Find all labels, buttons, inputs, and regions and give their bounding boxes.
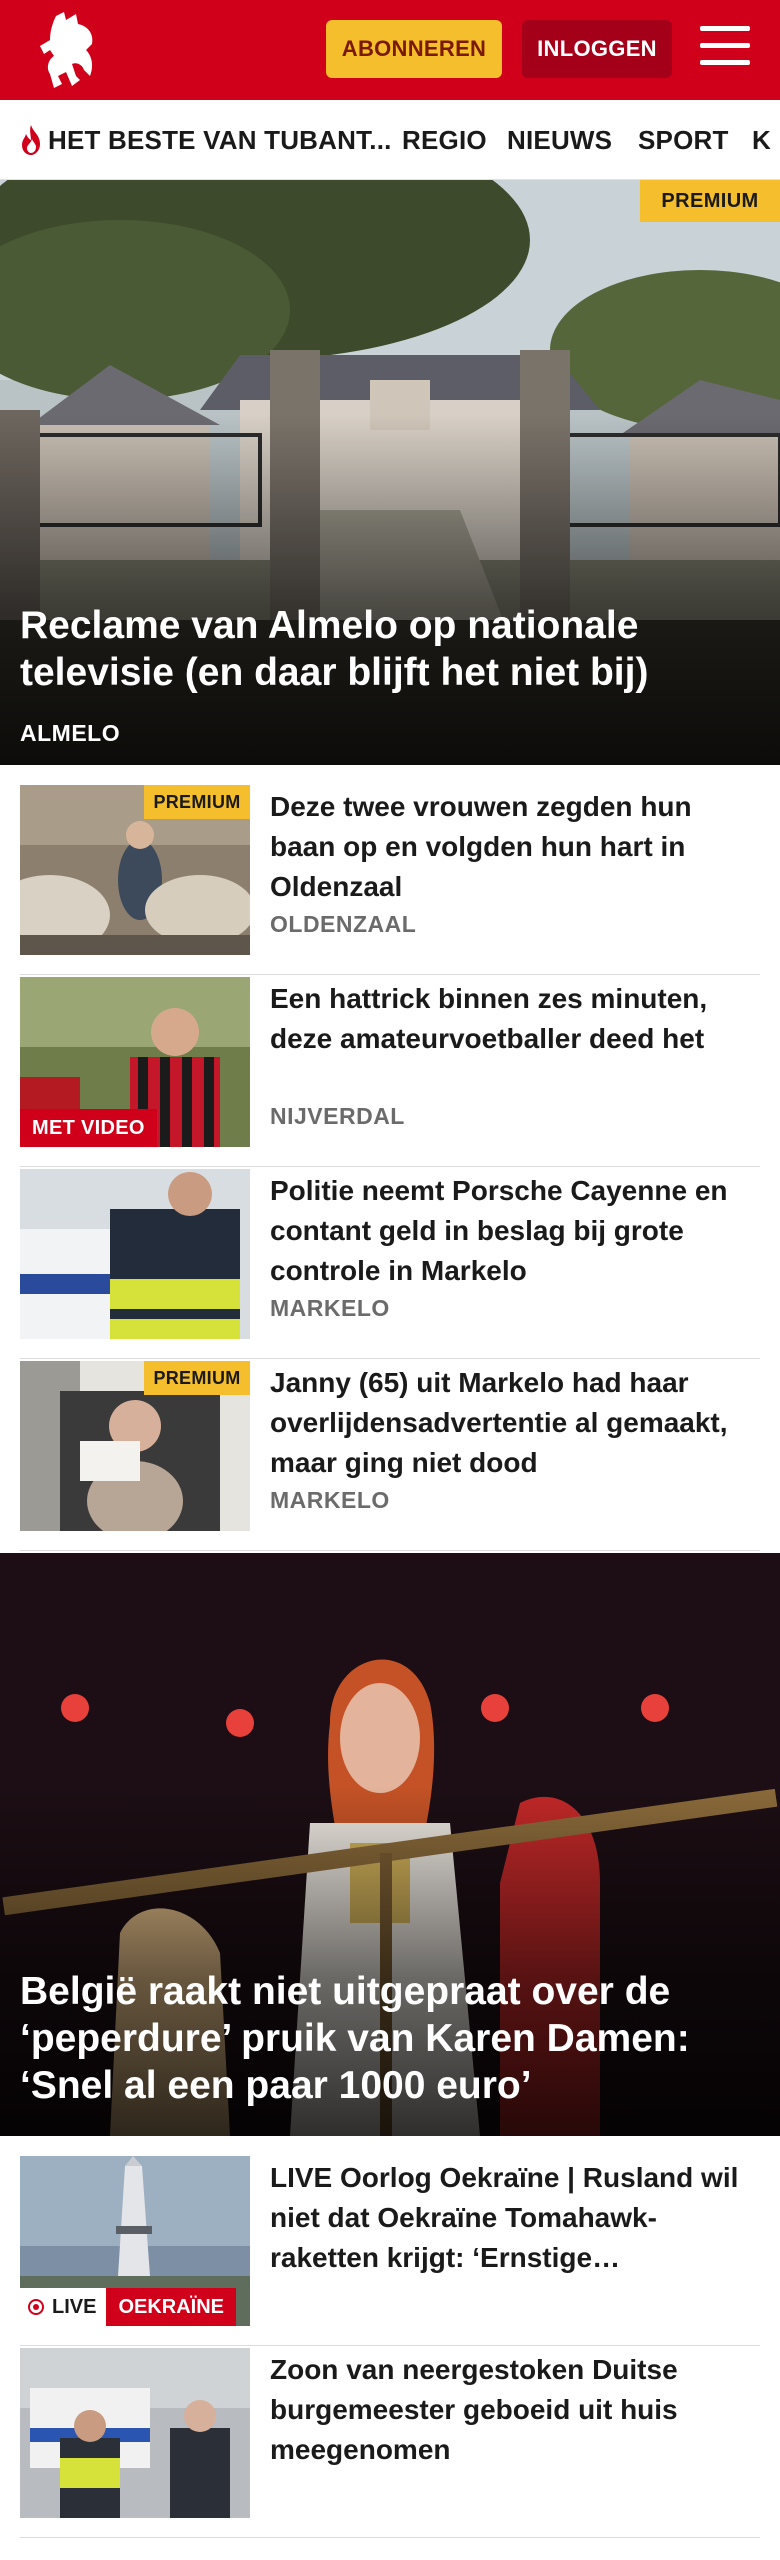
article-kicker: MARKELO <box>270 1295 390 1321</box>
nav-item-more[interactable]: K <box>752 100 771 179</box>
nav-item-label: K <box>752 124 771 155</box>
menu-icon[interactable] <box>700 26 750 70</box>
tubantia-horse-logo[interactable] <box>36 10 106 90</box>
article-thumbnail <box>20 2348 250 2518</box>
article-thumbnail: PREMIUM <box>20 1361 250 1531</box>
premium-badge: PREMIUM <box>640 180 780 222</box>
premium-badge: PREMIUM <box>144 1361 250 1395</box>
article-title: Politie neemt Porsche Cayenne en contant… <box>270 1175 728 1286</box>
hero-article-karen-damen[interactable]: België raakt niet uitgepraat over de ‘pe… <box>0 1553 780 2136</box>
article-title: Zoon van neergestoken Duitse burgemeeste… <box>270 2354 678 2465</box>
article-title: Janny (65) uit Markelo had haar overlijd… <box>270 1367 728 1478</box>
article-thumbnail: PREMIUM <box>20 785 250 955</box>
nav-item-regio[interactable]: REGIO <box>402 100 487 179</box>
nav-item-label: HET BESTE VAN TUBANT... <box>48 124 392 155</box>
list-item[interactable]: Politie neemt Porsche Cayenne en contant… <box>20 1169 760 1359</box>
hero-gradient <box>0 414 780 765</box>
nav-item-best-of[interactable]: HET BESTE VAN TUBANT... <box>16 100 392 179</box>
article-thumbnail <box>20 1169 250 1339</box>
live-badge: LIVE OEKRAÏNE <box>20 2288 237 2326</box>
list-item[interactable]: PREMIUM Janny (65) uit Markelo had haar … <box>20 1361 760 1551</box>
list-item[interactable]: LIVE OEKRAÏNE LIVE Oorlog Oekraïne | Rus… <box>20 2156 760 2346</box>
article-title: LIVE Oorlog Oekraïne | Rusland wil niet … <box>270 2162 739 2273</box>
live-dot-icon <box>28 2299 44 2315</box>
hero-title: Reclame van Almelo op nationale televisi… <box>20 604 649 694</box>
live-text: LIVE <box>52 2295 97 2318</box>
list-item[interactable]: PREMIUM Deze twee vrouwen zegden hun baa… <box>20 785 760 975</box>
flame-icon <box>22 125 40 155</box>
nav-item-label: NIEUWS <box>507 124 613 155</box>
login-button[interactable]: INLOGGEN <box>522 20 672 78</box>
live-label: LIVE <box>20 2288 107 2326</box>
premium-badge: PREMIUM <box>144 785 250 819</box>
article-kicker: OLDENZAAL <box>270 911 417 937</box>
article-thumbnail: MET VIDEO <box>20 977 250 1147</box>
subscribe-button[interactable]: ABONNEREN <box>326 20 502 78</box>
nav-item-label: REGIO <box>402 124 487 155</box>
article-title: Deze twee vrouwen zegden hun baan op en … <box>270 791 692 902</box>
nav-item-sport[interactable]: SPORT <box>638 100 729 179</box>
nav-item-label: SPORT <box>638 124 729 155</box>
article-kicker: NIJVERDAL <box>270 1103 405 1129</box>
top-bar: ABONNEREN INLOGGEN <box>0 0 780 100</box>
nav-item-nieuws[interactable]: NIEUWS <box>507 100 613 179</box>
list-item[interactable]: MET VIDEO Een hattrick binnen zes minute… <box>20 977 760 1167</box>
topic-tag: OEKRAÏNE <box>106 2288 237 2326</box>
list-item[interactable]: Zoon van neergestoken Duitse burgemeeste… <box>20 2348 760 2538</box>
hero-kicker: ALMELO <box>20 720 121 746</box>
video-badge: MET VIDEO <box>20 1109 157 1147</box>
section-nav: HET BESTE VAN TUBANT... REGIO NIEUWS SPO… <box>0 100 780 180</box>
article-thumbnail: LIVE OEKRAÏNE <box>20 2156 250 2326</box>
hero-article-almelo[interactable]: PREMIUM Reclame van Almelo op nationale … <box>0 180 780 765</box>
article-title: Een hattrick binnen zes minuten, deze am… <box>270 983 708 1054</box>
article-kicker: MARKELO <box>270 1487 390 1513</box>
hero-title: België raakt niet uitgepraat over de ‘pe… <box>20 1970 690 2107</box>
